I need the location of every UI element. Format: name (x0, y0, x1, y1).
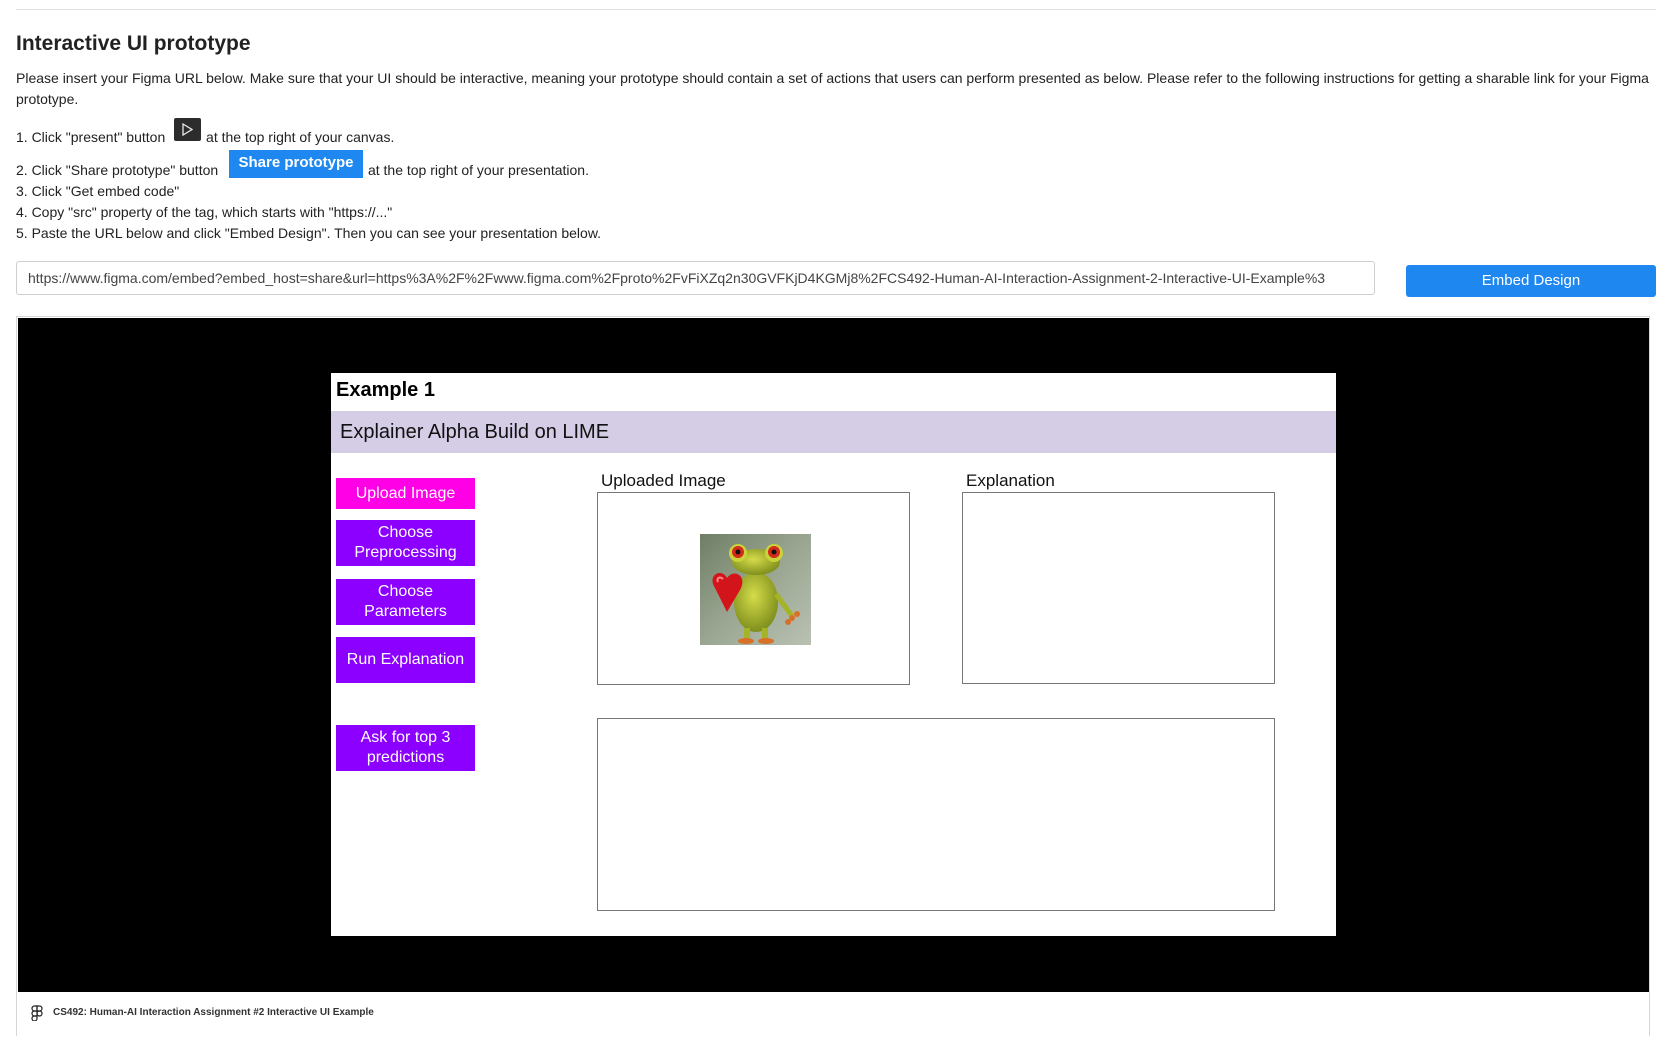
step-1: 1. Click "present" button at the top rig… (16, 129, 394, 145)
prototype-canvas[interactable]: Example 1 Explainer Alpha Build on LIME … (18, 318, 1649, 992)
figma-logo-icon[interactable] (31, 1005, 43, 1021)
step-4: 4. Copy "src" property of the tag, which… (16, 204, 393, 220)
step-3: 3. Click "Get embed code" (16, 183, 180, 199)
present-button-illustration (174, 118, 201, 141)
embed-design-button[interactable]: Embed Design (1406, 265, 1656, 297)
page-title: Interactive UI prototype (16, 32, 251, 55)
figma-embed-frame[interactable]: Example 1 Explainer Alpha Build on LIME … (16, 316, 1650, 1036)
app-banner: Explainer Alpha Build on LIME (331, 411, 1336, 453)
play-icon (182, 123, 194, 136)
choose-preprocessing-button[interactable]: Choose Preprocessing (336, 520, 475, 566)
step-2-text-after: at the top right of your presentation. (367, 162, 589, 178)
step-1-text-after: at the top right of your canvas. (206, 129, 395, 145)
top-divider (16, 9, 1656, 10)
step-5: 5. Paste the URL below and click "Embed … (16, 225, 602, 241)
predictions-panel (597, 718, 1275, 911)
share-prototype-illustration: Share prototype (229, 150, 363, 178)
example-title: Example 1 (336, 379, 435, 401)
instructions-intro: Please insert your Figma URL below. Make… (16, 70, 1649, 107)
run-explanation-button[interactable]: Run Explanation (336, 637, 475, 683)
step-2-text-before: 2. Click "Share prototype" button (16, 162, 219, 178)
embed-footer: CS492: Human-AI Interaction Assignment #… (17, 992, 1649, 1036)
top-3-predictions-button[interactable]: Ask for top 3 predictions (336, 725, 475, 771)
prototype-artboard: Example 1 Explainer Alpha Build on LIME … (331, 373, 1336, 936)
figma-file-name[interactable]: CS492: Human-AI Interaction Assignment #… (53, 1007, 374, 1018)
step-1-text-before: 1. Click "present" button (16, 129, 166, 145)
figma-url-input[interactable] (16, 261, 1375, 295)
choose-parameters-button[interactable]: Choose Parameters (336, 579, 475, 625)
upload-image-button[interactable]: Upload Image (336, 478, 475, 509)
explanation-panel (962, 492, 1275, 684)
frog-image (700, 534, 811, 645)
app-banner-title: Explainer Alpha Build on LIME (340, 421, 610, 443)
uploaded-image-panel (597, 492, 910, 685)
explanation-label: Explanation (966, 471, 1055, 490)
uploaded-image-label: Uploaded Image (601, 471, 726, 490)
